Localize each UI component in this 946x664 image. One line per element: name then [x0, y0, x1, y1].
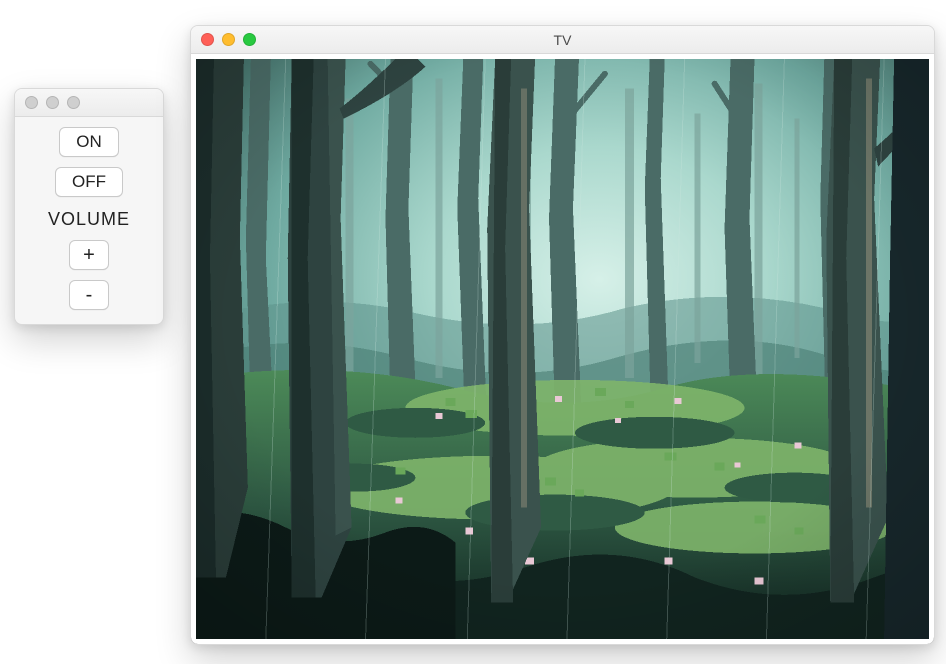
tv-title: TV [191, 32, 934, 48]
minimize-icon[interactable] [222, 33, 235, 46]
remote-traffic-lights [25, 96, 80, 109]
tv-content [191, 54, 934, 644]
zoom-icon[interactable] [243, 33, 256, 46]
close-icon[interactable] [201, 33, 214, 46]
volume-up-button[interactable]: + [69, 240, 109, 270]
off-button[interactable]: OFF [55, 167, 123, 197]
tv-window: TV [190, 25, 935, 645]
volume-label: VOLUME [48, 209, 130, 230]
tv-traffic-lights [201, 33, 256, 46]
remote-content: ON OFF VOLUME + - [15, 117, 163, 324]
tv-titlebar[interactable]: TV [191, 26, 934, 54]
tv-screen [191, 54, 934, 644]
volume-down-button[interactable]: - [69, 280, 109, 310]
minimize-icon[interactable] [46, 96, 59, 109]
close-icon[interactable] [25, 96, 38, 109]
zoom-icon[interactable] [67, 96, 80, 109]
forest-scene-image [196, 59, 929, 639]
remote-window: ON OFF VOLUME + - [14, 88, 164, 325]
remote-titlebar[interactable] [15, 89, 163, 117]
on-button[interactable]: ON [59, 127, 119, 157]
